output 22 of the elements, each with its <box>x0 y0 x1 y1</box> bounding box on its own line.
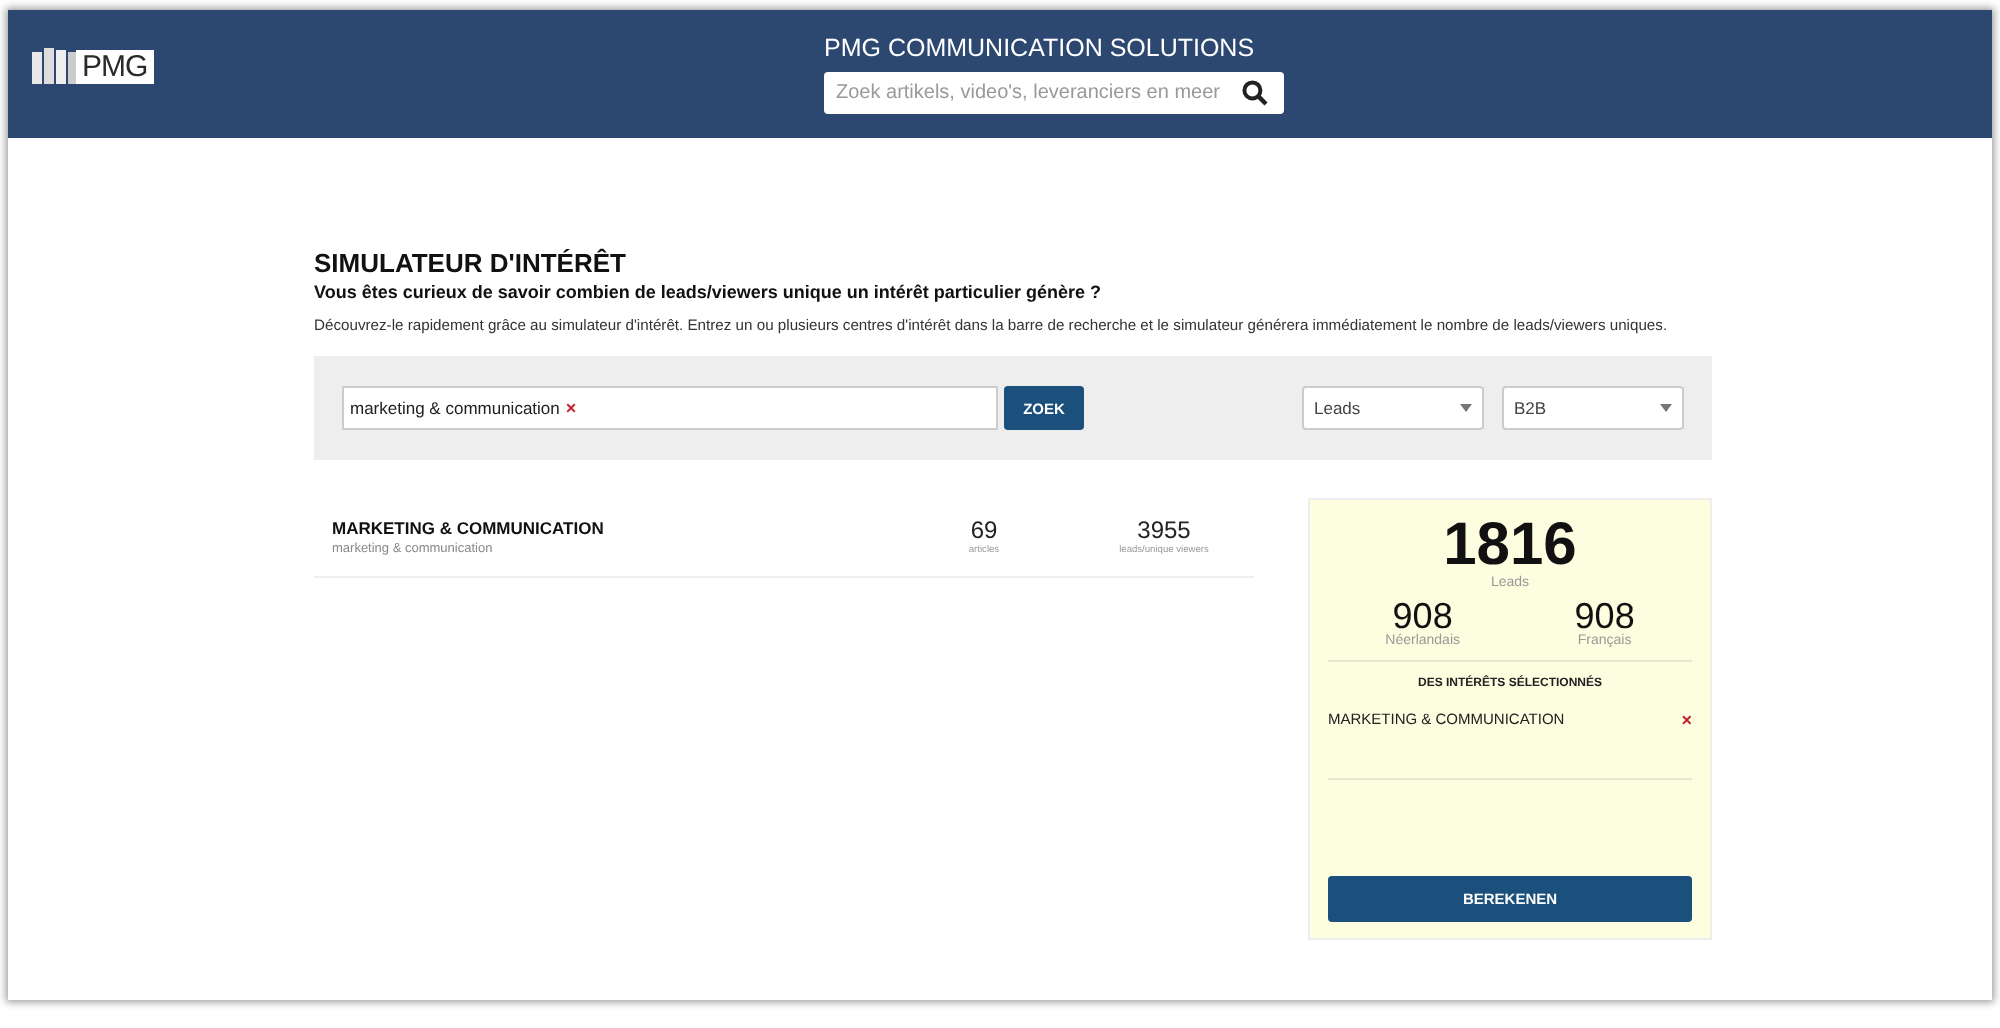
result-title: MARKETING & COMMUNICATION <box>332 517 606 537</box>
caret-icon <box>1660 404 1672 412</box>
search-icon[interactable] <box>1242 80 1268 106</box>
language-count: 908 <box>1574 598 1635 634</box>
interest-input-field[interactable]: marketing & communication × <box>342 386 998 430</box>
articles-count: 69 <box>968 516 1000 544</box>
books-icon <box>32 48 76 84</box>
interest-tag: marketing & communication <box>350 398 560 418</box>
remove-icon[interactable]: × <box>565 398 577 418</box>
search-field[interactable]: Zoek artikels, video's, leveranciers en meer <box>824 72 1284 114</box>
logo[interactable]: PMG <box>32 48 154 84</box>
dropdown[interactable]: Leads <box>1302 386 1484 430</box>
dropdown[interactable]: B2B <box>1502 386 1684 430</box>
viewers-count: 3955 <box>1135 516 1193 544</box>
site-title: PMG COMMUNICATION SOLUTIONS <box>824 34 1257 62</box>
remove-icon[interactable]: × <box>1681 710 1692 730</box>
logo-text: PMG <box>76 49 154 83</box>
total-count: 1816 <box>1441 516 1579 576</box>
language-count: 908 <box>1392 598 1453 634</box>
caret-icon <box>1460 404 1472 412</box>
page-title: SIMULATEUR D'INTÉRÊT <box>314 248 628 278</box>
page-subtitle: Vous êtes curieux de savoir combien de leads/viewers unique un intérêt particulier génère ? <box>314 282 1103 302</box>
